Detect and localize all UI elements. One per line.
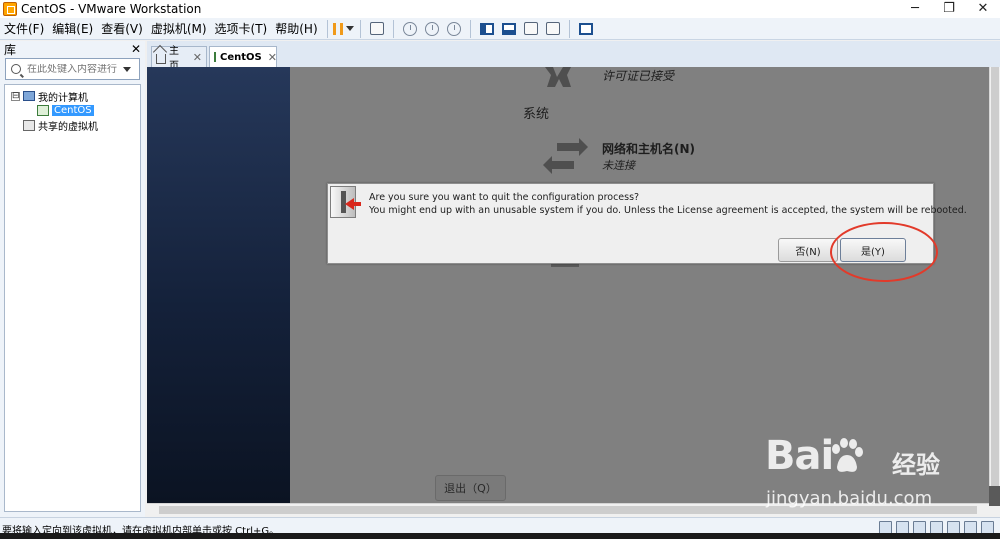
menu-help[interactable]: 帮助(H): [271, 18, 321, 40]
snapshot-icon: [402, 21, 417, 36]
revert-snapshot-button[interactable]: [421, 19, 443, 39]
menu-edit[interactable]: 编辑(E): [48, 18, 97, 40]
library-tree: ⊟ 我的计算机 CentOS 共享的虚拟机: [4, 84, 141, 512]
quit-button[interactable]: 退出（Q）: [435, 475, 506, 501]
scrollbar-thumb[interactable]: [991, 67, 999, 502]
library-search[interactable]: [5, 58, 140, 80]
watermark-logo: Bai: [765, 433, 834, 479]
console-view-icon: [578, 22, 593, 35]
pause-icon: [333, 22, 344, 35]
tree-item-shared-vms[interactable]: 共享的虚拟机: [23, 118, 98, 133]
show-library-button[interactable]: [476, 19, 498, 39]
installer-sidebar: [147, 67, 290, 503]
network-arrows-icon: [543, 138, 588, 174]
vmware-app-icon: [3, 2, 17, 16]
toolbar-separator: [568, 19, 570, 38]
tab-home[interactable]: 主页 ✕: [151, 46, 207, 72]
computer-icon: [23, 91, 35, 101]
library-close-icon[interactable]: ✕: [131, 42, 141, 56]
snapshot-manager-icon: [446, 21, 461, 36]
dialog-question: Are you sure you want to quit the config…: [369, 192, 640, 203]
menu-view[interactable]: 查看(V): [97, 18, 147, 40]
baidu-watermark: Bai 经验 jingyan.baidu.com: [760, 433, 990, 518]
watermark-url: jingyan.baidu.com: [766, 488, 933, 509]
toolbar-separator: [392, 19, 394, 38]
window-title: CentOS - VMware Workstation: [21, 2, 202, 16]
tree-item-centos[interactable]: CentOS: [37, 103, 94, 117]
full-screen-button[interactable]: [520, 19, 542, 39]
library-panel: 库 ✕ ⊟ 我的计算机 CentOS 共享的虚拟机: [0, 41, 145, 517]
menu-vm[interactable]: 虚拟机(M): [147, 18, 211, 40]
window-controls: ─ ❐ ✕: [898, 0, 1000, 18]
close-window-button[interactable]: ✕: [966, 0, 1000, 18]
home-icon: [156, 54, 166, 64]
paw-icon: [832, 438, 863, 472]
tree-label-centos: CentOS: [52, 104, 94, 116]
restore-button[interactable]: ❐: [932, 0, 966, 18]
snapshot-manager-button[interactable]: [443, 19, 465, 39]
close-icon[interactable]: ✕: [268, 51, 277, 64]
title-bar: CentOS - VMware Workstation ─ ❐ ✕: [0, 0, 1000, 18]
tab-centos-label: CentOS: [220, 51, 262, 63]
dialog-warning: You might end up with an unusable system…: [369, 205, 967, 216]
watermark-cn: 经验: [892, 451, 940, 479]
library-header: 库 ✕: [0, 41, 145, 57]
tree-label-my-computer: 我的计算机: [38, 92, 88, 104]
library-view-icon: [479, 22, 494, 35]
library-title: 库: [4, 42, 17, 57]
keyboard-icon: [369, 22, 384, 35]
exit-arrow-icon: [345, 198, 361, 210]
system-heading: 系统: [523, 107, 550, 122]
minimize-button[interactable]: ─: [898, 0, 932, 18]
toolbar-separator: [326, 19, 328, 38]
tree-item-my-computer[interactable]: ⊟ 我的计算机: [11, 89, 88, 104]
send-ctrl-alt-del-button[interactable]: [366, 19, 388, 39]
taskbar-edge: [0, 533, 1000, 539]
snapshot-button[interactable]: [399, 19, 421, 39]
search-icon: [11, 64, 21, 74]
annotation-circle: [830, 222, 938, 282]
shared-vm-icon: [23, 119, 35, 131]
thumbnail-view-icon: [501, 22, 516, 35]
collapse-icon[interactable]: ⊟: [11, 91, 20, 101]
chevron-down-icon[interactable]: [123, 66, 131, 72]
exit-door-icon: [330, 186, 361, 218]
menu-toolbar: 文件(F) 编辑(E) 查看(V) 虚拟机(M) 选项卡(T) 帮助(H): [0, 18, 1000, 40]
unity-button[interactable]: [542, 19, 564, 39]
close-icon[interactable]: ✕: [193, 51, 202, 64]
no-button[interactable]: 否(N): [778, 238, 838, 262]
toolbar-separator: [469, 19, 471, 38]
license-status: 许可证已接受: [602, 69, 675, 83]
menu-tabs[interactable]: 选项卡(T): [211, 18, 272, 40]
pause-vm-button[interactable]: [333, 19, 355, 39]
search-input[interactable]: [27, 63, 117, 75]
menu-file[interactable]: 文件(F): [0, 18, 48, 40]
tab-centos[interactable]: CentOS ✕: [209, 46, 277, 67]
revert-icon: [424, 21, 439, 36]
fullscreen-icon: [523, 22, 538, 35]
toolbar-separator: [359, 19, 361, 38]
show-thumbnail-bar-button[interactable]: [498, 19, 520, 39]
network-status: 未连接: [602, 159, 635, 172]
tree-label-shared: 共享的虚拟机: [38, 121, 98, 133]
console-view-button[interactable]: [575, 19, 597, 39]
unity-icon: [545, 22, 560, 35]
vm-icon: [37, 104, 49, 116]
tab-strip: 主页 ✕ CentOS ✕: [147, 41, 1000, 72]
network-hostname-title[interactable]: 网络和主机名(N): [602, 140, 695, 157]
scrollbar-grip[interactable]: [989, 486, 1000, 506]
license-icon: [545, 67, 571, 87]
chevron-down-icon[interactable]: [346, 26, 355, 31]
vertical-scrollbar[interactable]: [989, 67, 1000, 503]
vm-icon: [214, 52, 216, 62]
